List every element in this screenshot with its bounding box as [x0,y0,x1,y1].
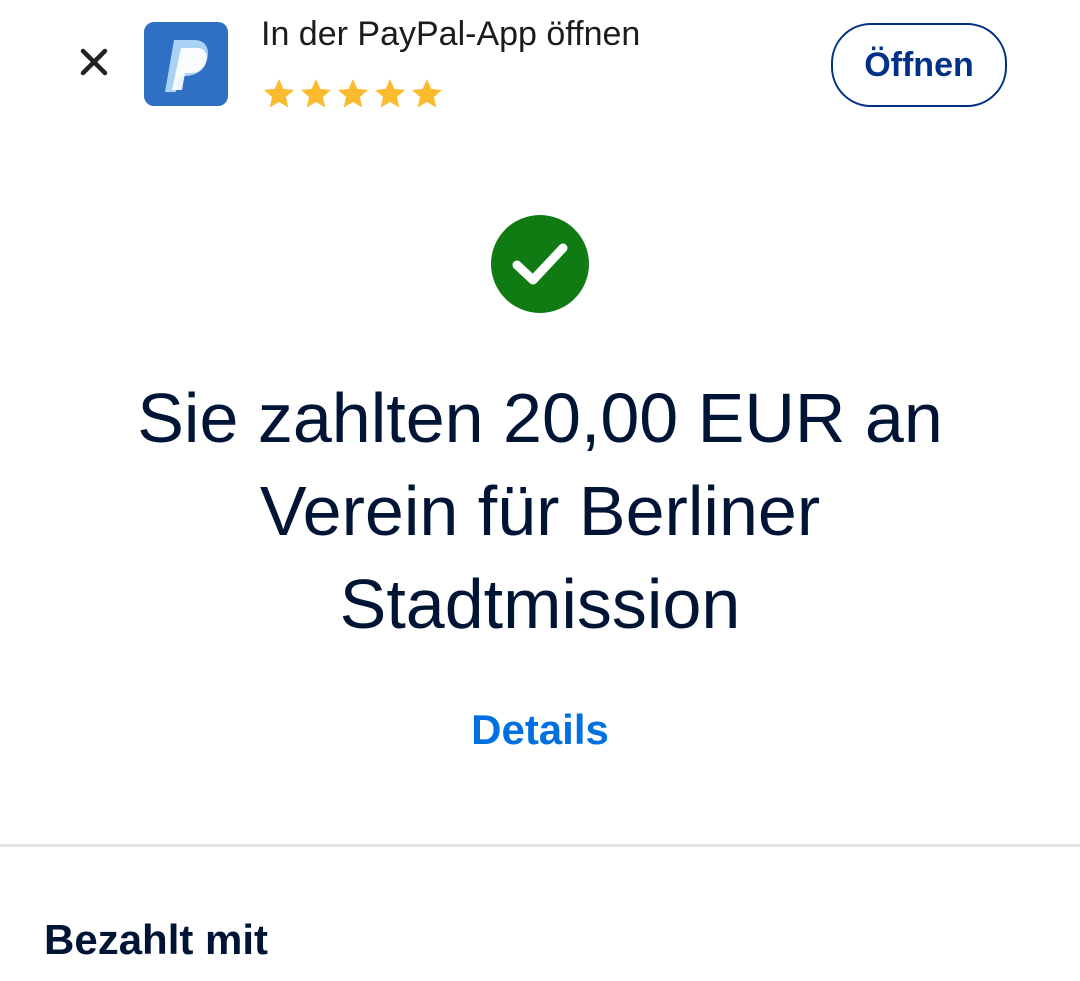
close-banner-button[interactable] [74,42,114,82]
rating-stars [261,76,445,112]
star-icon [264,79,294,108]
star-icon [375,79,405,108]
close-icon [80,48,108,76]
star-icon [412,79,442,108]
star-icon [338,79,368,108]
open-in-app-button[interactable]: Öffnen [831,23,1007,107]
payment-confirmation-page: In der PayPal-App öffnen Öffnen Sie zahl… [0,0,1080,981]
checkmark-circle-icon [491,215,589,313]
banner-title: In der PayPal-App öffnen [261,15,641,53]
payment-headline: Sie zahlten 20,00 EUR an Verein für Berl… [137,379,943,643]
app-install-banner: In der PayPal-App öffnen Öffnen [0,0,1080,130]
section-divider [0,844,1080,847]
paypal-app-icon [144,22,228,106]
star-icon [301,79,331,108]
details-link[interactable]: Details [0,702,1080,758]
paid-with-heading: Bezahlt mit [44,916,269,963]
